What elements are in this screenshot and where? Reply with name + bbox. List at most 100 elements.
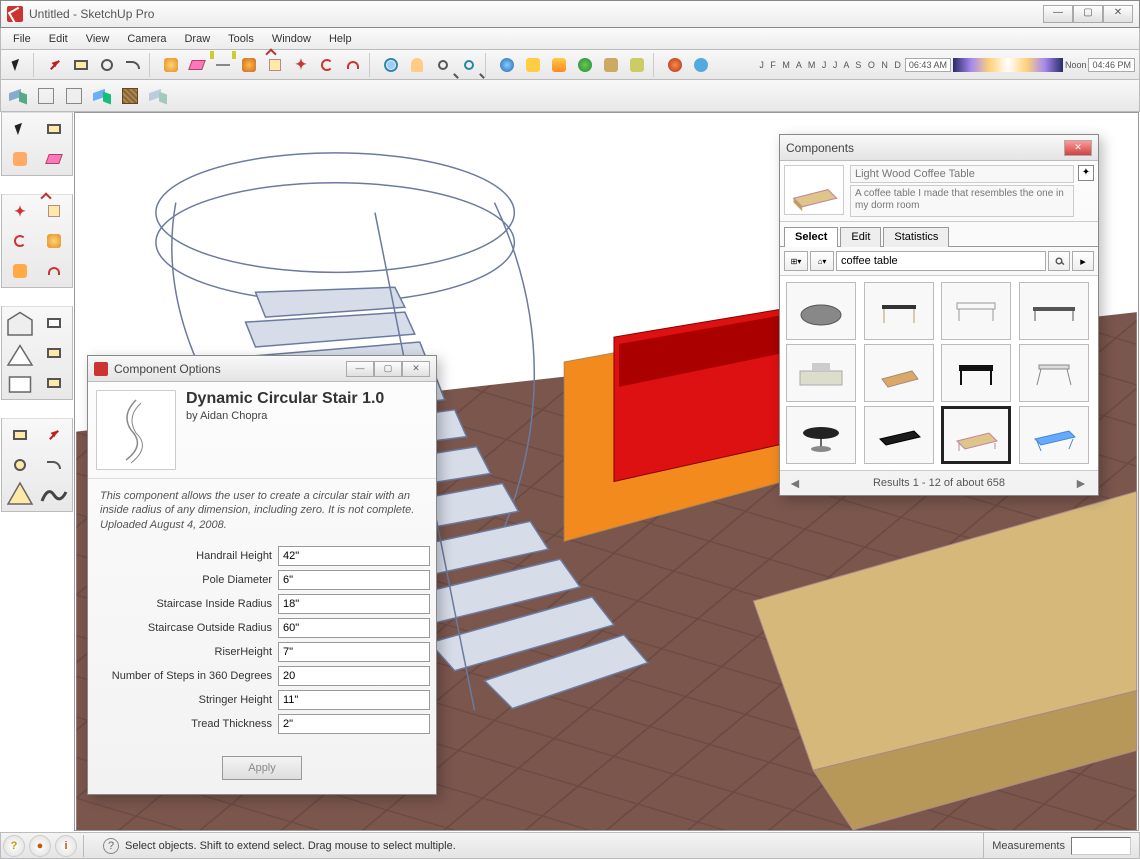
thumb-oval-table[interactable] (786, 406, 856, 464)
maximize-button[interactable]: ▢ (1073, 5, 1103, 23)
person-button[interactable]: ● (29, 835, 51, 857)
rectangle-tool[interactable] (69, 53, 93, 77)
building-tool-3[interactable] (4, 339, 36, 367)
push-pull-tool[interactable] (263, 53, 287, 77)
arc-tool[interactable] (121, 53, 145, 77)
building-tool-6[interactable] (38, 369, 70, 397)
draw-freehand-side[interactable] (38, 481, 70, 509)
close-button[interactable]: ✕ (1103, 5, 1133, 23)
eraser-tool-side[interactable] (38, 145, 70, 173)
draw-rect-side[interactable] (4, 421, 36, 449)
shadow-time-control[interactable]: J F M A M J J A S O N D 06:43 AM Noon 04… (759, 58, 1135, 72)
rotate-tool[interactable] (315, 53, 339, 77)
menu-edit[interactable]: Edit (41, 30, 76, 48)
get-models-tool[interactable] (495, 53, 519, 77)
eraser-tool[interactable] (185, 53, 209, 77)
thumb-dark-table[interactable] (864, 406, 934, 464)
tape-measure-tool[interactable] (211, 53, 235, 77)
search-input[interactable] (836, 251, 1046, 271)
warehouse-tool[interactable] (573, 53, 597, 77)
shadows-tool[interactable] (663, 53, 687, 77)
offset-tool[interactable] (341, 53, 365, 77)
scale-tool-side[interactable] (4, 257, 36, 285)
paint-tool-side[interactable] (4, 145, 36, 173)
draw-arc-side[interactable] (38, 451, 70, 479)
select-tool[interactable] (5, 53, 29, 77)
zoom-extents-tool[interactable] (457, 53, 481, 77)
top-view[interactable] (33, 83, 59, 109)
pushpull-tool-side[interactable] (38, 197, 70, 225)
draw-line-side[interactable] (38, 421, 70, 449)
prop-input-2[interactable] (278, 594, 430, 614)
thumb-blue-table[interactable] (1019, 406, 1089, 464)
selected-component-desc[interactable]: A coffee table I made that resembles the… (850, 185, 1074, 217)
prev-page-button[interactable]: ◄ (788, 475, 804, 491)
menu-window[interactable]: Window (264, 30, 319, 48)
tab-edit[interactable]: Edit (840, 227, 881, 247)
upload-tool[interactable] (547, 53, 571, 77)
share-model-tool[interactable] (521, 53, 545, 77)
panel-maximize-button[interactable]: ▢ (374, 361, 402, 377)
thumb-round-table[interactable] (786, 282, 856, 340)
expand-icon[interactable]: ✦ (1078, 165, 1094, 181)
info-tool[interactable] (689, 53, 713, 77)
followme-tool-side[interactable] (38, 227, 70, 255)
thumb-folding-table[interactable] (1019, 344, 1089, 402)
next-page-button[interactable]: ► (1074, 475, 1090, 491)
selected-component-name[interactable]: Light Wood Coffee Table (850, 165, 1074, 183)
draw-polygon-side[interactable] (4, 481, 36, 509)
prop-input-3[interactable] (278, 618, 430, 638)
prop-input-4[interactable] (278, 642, 430, 662)
pan-tool[interactable] (405, 53, 429, 77)
search-options-button[interactable]: ▸ (1072, 251, 1094, 271)
minimize-button[interactable]: — (1043, 5, 1073, 23)
preferences-tool[interactable] (625, 53, 649, 77)
menu-file[interactable]: File (5, 30, 39, 48)
rotate-tool-side[interactable] (4, 227, 36, 255)
move-tool-side[interactable]: ✦ (4, 197, 36, 225)
thumb-low-table[interactable] (1019, 282, 1089, 340)
measurements-input[interactable] (1071, 837, 1131, 855)
prop-input-6[interactable] (278, 690, 430, 710)
building-tool-5[interactable] (4, 369, 36, 397)
package-tool[interactable] (599, 53, 623, 77)
line-tool[interactable] (43, 53, 67, 77)
draw-circle-side[interactable] (4, 451, 36, 479)
move-tool[interactable]: ✦ (289, 53, 313, 77)
time-gradient[interactable] (953, 58, 1063, 72)
thumb-wood-block[interactable] (864, 344, 934, 402)
xray-view[interactable] (145, 83, 171, 109)
prop-input-0[interactable] (278, 546, 430, 566)
prop-input-1[interactable] (278, 570, 430, 590)
menu-draw[interactable]: Draw (176, 30, 218, 48)
offset-tool-side[interactable] (38, 257, 70, 285)
thumb-side-table[interactable] (941, 282, 1011, 340)
panel-minimize-button[interactable]: — (346, 361, 374, 377)
geo-button[interactable]: i (55, 835, 77, 857)
thumb-black-table[interactable] (941, 344, 1011, 402)
nav-home-button[interactable]: ⌂▾ (810, 251, 834, 271)
front-view[interactable] (61, 83, 87, 109)
select-tool-side[interactable] (4, 115, 36, 143)
view-mode-button[interactable]: ⊞▾ (784, 251, 808, 271)
thumb-glass-table[interactable] (864, 282, 934, 340)
panel-close-button[interactable]: ✕ (402, 361, 430, 377)
circle-tool[interactable] (95, 53, 119, 77)
search-button[interactable] (1048, 251, 1070, 271)
orbit-tool[interactable] (379, 53, 403, 77)
building-tool-4[interactable] (38, 339, 70, 367)
menu-view[interactable]: View (78, 30, 118, 48)
shaded-view[interactable] (89, 83, 115, 109)
components-close-button[interactable]: ✕ (1064, 140, 1092, 156)
make-component-tool[interactable] (159, 53, 183, 77)
thumb-light-wood-coffee-table[interactable] (941, 406, 1011, 464)
prop-input-5[interactable] (278, 666, 430, 686)
building-tool-2[interactable] (38, 309, 70, 337)
zoom-tool[interactable] (431, 53, 455, 77)
component-tool-side[interactable] (38, 115, 70, 143)
prop-input-7[interactable] (278, 714, 430, 734)
iso-view[interactable] (5, 83, 31, 109)
components-title-bar[interactable]: Components ✕ (780, 135, 1098, 161)
building-tool-1[interactable] (4, 309, 36, 337)
paint-bucket-tool[interactable] (237, 53, 261, 77)
